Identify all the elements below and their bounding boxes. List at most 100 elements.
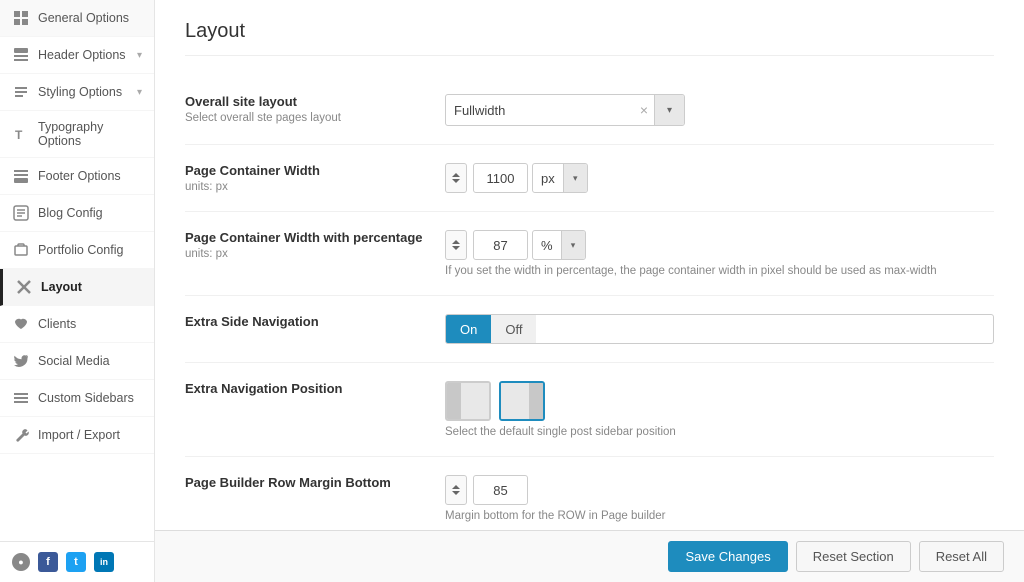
sidebar-item-blog-config[interactable]: Blog Config xyxy=(0,195,154,232)
unit-select[interactable]: px ▾ xyxy=(532,163,588,193)
sidebar-item-label: Clients xyxy=(38,317,76,331)
sidebar-item-layout[interactable]: Layout xyxy=(0,269,154,306)
facebook-icon[interactable]: f xyxy=(38,552,58,572)
label-desc: units: px xyxy=(185,248,445,260)
setting-label-extra-navigation-position: Extra Navigation Position xyxy=(185,381,445,399)
sidebar-item-header-options[interactable]: Header Options ▾ xyxy=(0,37,154,74)
unit-select[interactable]: % ▾ xyxy=(532,230,586,260)
setting-row-extra-side-navigation: Extra Side Navigation On Off xyxy=(185,296,994,363)
label-title: Page Container Width with percentage xyxy=(185,230,445,245)
chevron-icon: ▾ xyxy=(137,50,142,61)
setting-control-page-builder-row-margin: Margin bottom for the ROW in Page builde… xyxy=(445,475,994,522)
sidebar-footer: ● f t in xyxy=(0,541,154,582)
header-icon xyxy=(12,46,30,64)
sidebar-item-label: Portfolio Config xyxy=(38,243,123,257)
setting-control-extra-navigation-position: Select the default single post sidebar p… xyxy=(445,381,994,438)
pos-sidebar-left xyxy=(447,383,461,419)
number-input-page-container-width[interactable] xyxy=(473,163,528,193)
number-single-wrap xyxy=(445,475,994,505)
page-title: Layout xyxy=(185,20,994,56)
label-desc: units: px xyxy=(185,181,445,193)
sidebar-item-label: Import / Export xyxy=(38,428,120,442)
sidebar-item-label: Styling Options xyxy=(38,85,122,99)
sidebar-item-footer-options[interactable]: Footer Options xyxy=(0,158,154,195)
spinner-icon[interactable] xyxy=(445,475,467,505)
unit-arrow-icon[interactable]: ▾ xyxy=(561,231,585,259)
grid-icon xyxy=(12,9,30,27)
circle-social-icon[interactable]: ● xyxy=(12,553,30,571)
setting-control-page-container-width: px ▾ xyxy=(445,163,994,193)
hint-text: If you set the width in percentage, the … xyxy=(445,265,994,277)
twitter-icon xyxy=(12,352,30,370)
sidebar-item-general-options[interactable]: General Options xyxy=(0,0,154,37)
sidebar-item-custom-sidebars[interactable]: Custom Sidebars xyxy=(0,380,154,417)
sidebar-item-label: Footer Options xyxy=(38,169,121,183)
sidebar-item-social-media[interactable]: Social Media xyxy=(0,343,154,380)
label-title: Extra Side Navigation xyxy=(185,314,445,329)
sidebar-item-label: Header Options xyxy=(38,48,126,62)
hint-text: Margin bottom for the ROW in Page builde… xyxy=(445,510,994,522)
styling-icon xyxy=(12,83,30,101)
blog-icon xyxy=(12,204,30,222)
dropdown-arrow-icon[interactable]: ▾ xyxy=(654,95,684,125)
sidebar-item-import-export[interactable]: Import / Export xyxy=(0,417,154,454)
portfolio-icon xyxy=(12,241,30,259)
label-title: Page Container Width xyxy=(185,163,445,178)
sidebar: General Options Header Options ▾ Styling… xyxy=(0,0,155,582)
setting-control-extra-side-navigation: On Off xyxy=(445,314,994,344)
spinner-icon[interactable] xyxy=(445,230,467,260)
pos-main-right xyxy=(501,383,529,419)
settings-panel: Layout Overall site layout Select overal… xyxy=(155,0,1024,530)
number-unit-wrap: % ▾ xyxy=(445,230,994,260)
number-input-page-builder-row-margin[interactable] xyxy=(473,475,528,505)
dropdown-overall-site-layout[interactable]: Fullwidth × ▾ xyxy=(445,94,685,126)
heart-icon xyxy=(12,315,30,333)
spinner-icon[interactable] xyxy=(445,163,467,193)
number-unit-wrap: px ▾ xyxy=(445,163,994,193)
setting-row-extra-navigation-position: Extra Navigation Position Select the def… xyxy=(185,363,994,457)
setting-label-extra-side-navigation: Extra Side Navigation xyxy=(185,314,445,332)
chevron-icon: ▾ xyxy=(137,87,142,98)
bottom-bar: Save Changes Reset Section Reset All xyxy=(155,530,1024,582)
sidebar-item-label: Typography Options xyxy=(38,120,142,148)
number-input-page-container-width-pct[interactable] xyxy=(473,230,528,260)
linkedin-icon[interactable]: in xyxy=(94,552,114,572)
setting-row-overall-site-layout: Overall site layout Select overall ste p… xyxy=(185,76,994,145)
dropdown-clear-icon[interactable]: × xyxy=(634,102,654,118)
toggle-extra-side-navigation: On Off xyxy=(445,314,994,344)
sidebar-item-typography-options[interactable]: T Typography Options xyxy=(0,111,154,158)
twitter-icon[interactable]: t xyxy=(66,552,86,572)
setting-row-page-builder-row-margin: Page Builder Row Margin Bottom Margin bo… xyxy=(185,457,994,530)
x-icon xyxy=(15,278,33,296)
footer-icon xyxy=(12,167,30,185)
toggle-off-button[interactable]: Off xyxy=(491,315,536,343)
pos-main-left xyxy=(461,383,489,419)
unit-arrow-icon[interactable]: ▾ xyxy=(563,164,587,192)
unit-value: % xyxy=(533,238,561,253)
setting-label-page-builder-row-margin: Page Builder Row Margin Bottom xyxy=(185,475,445,493)
sidebar-item-label: General Options xyxy=(38,11,129,25)
sidebar-item-portfolio-config[interactable]: Portfolio Config xyxy=(0,232,154,269)
save-changes-button[interactable]: Save Changes xyxy=(668,541,787,572)
sidebar-item-label: Layout xyxy=(41,280,82,294)
sidebar-item-styling-options[interactable]: Styling Options ▾ xyxy=(0,74,154,111)
label-title: Page Builder Row Margin Bottom xyxy=(185,475,445,490)
bars-icon xyxy=(12,389,30,407)
label-title: Extra Navigation Position xyxy=(185,381,445,396)
reset-section-button[interactable]: Reset Section xyxy=(796,541,911,572)
label-desc: Select overall ste pages layout xyxy=(185,112,445,124)
toggle-on-button[interactable]: On xyxy=(446,315,491,343)
setting-row-page-container-width-pct: Page Container Width with percentage uni… xyxy=(185,212,994,296)
position-left-option[interactable] xyxy=(445,381,491,421)
setting-row-page-container-width: Page Container Width units: px px ▾ xyxy=(185,145,994,212)
sidebar-item-label: Custom Sidebars xyxy=(38,391,134,405)
hint-text: Select the default single post sidebar p… xyxy=(445,426,994,438)
sidebar-item-clients[interactable]: Clients xyxy=(0,306,154,343)
setting-control-page-container-width-pct: % ▾ If you set the width in percentage, … xyxy=(445,230,994,277)
svg-text:T: T xyxy=(15,128,23,142)
label-title: Overall site layout xyxy=(185,94,445,109)
pos-sidebar-right xyxy=(529,383,543,419)
position-right-option[interactable] xyxy=(499,381,545,421)
setting-label-overall-site-layout: Overall site layout Select overall ste p… xyxy=(185,94,445,124)
reset-all-button[interactable]: Reset All xyxy=(919,541,1004,572)
